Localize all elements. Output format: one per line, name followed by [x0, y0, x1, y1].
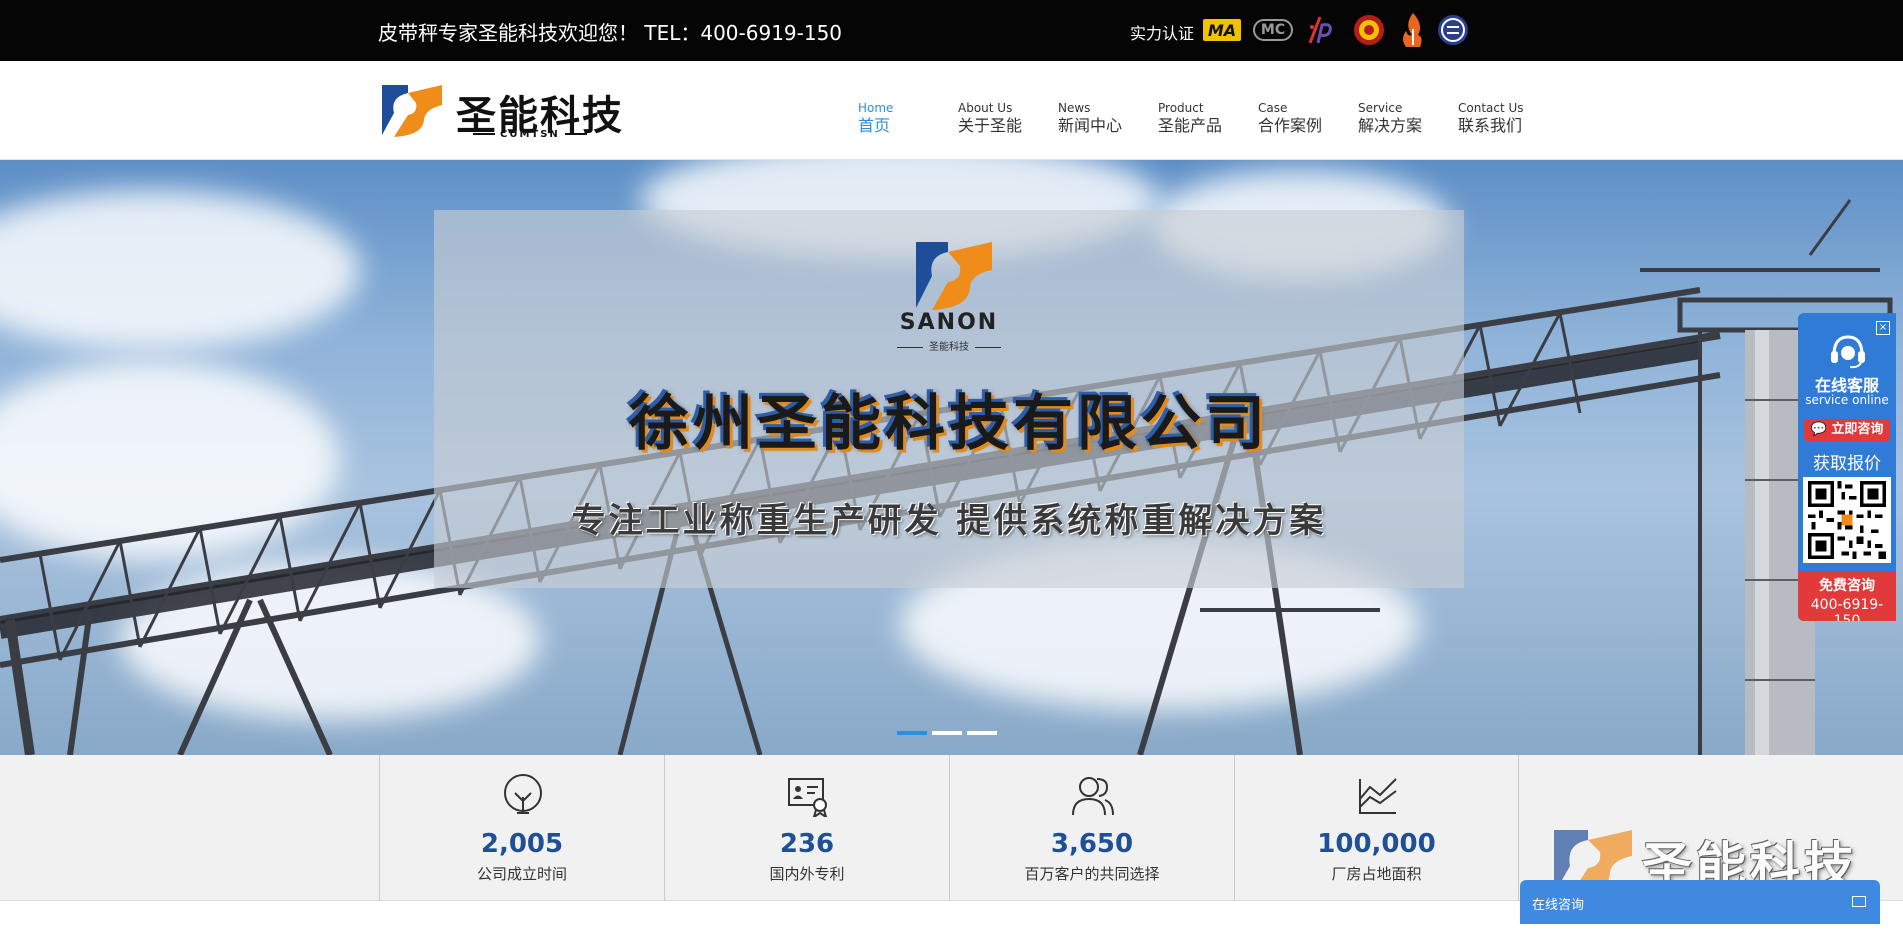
ip-cert-icon	[1304, 10, 1338, 50]
chat-label: 在线咨询	[1532, 898, 1585, 913]
nav-about[interactable]: About Us 关于圣能	[958, 101, 1058, 137]
online-chat-bar[interactable]: 在线咨询	[1520, 880, 1880, 924]
stat-label: 百万客户的共同选择	[1024, 865, 1160, 883]
stat-founded: 2,005 公司成立时间	[379, 755, 664, 901]
stat-label: 公司成立时间	[476, 865, 567, 883]
service-tel: 400-6919-150	[1810, 597, 1884, 621]
stat-value: 100,000	[1317, 829, 1436, 859]
slider-dots	[897, 731, 997, 735]
panel-brand-sub: 圣能科技	[434, 338, 1464, 353]
logo-subtext: CUMTSN	[468, 129, 592, 140]
nav-contact-cn: 联系我们	[1458, 116, 1523, 135]
nav-service[interactable]: Service 解决方案	[1358, 101, 1458, 137]
cert-label: 实力认证	[1130, 24, 1195, 43]
stat-customers: 3,650 百万客户的共同选择	[949, 755, 1234, 901]
nav-service-cn: 解决方案	[1358, 116, 1423, 135]
users-icon	[1072, 777, 1114, 816]
qr-code-image	[1803, 477, 1891, 563]
welcome-text: 皮带秤专家圣能科技欢迎您！ TEL：400-6919-150	[378, 21, 843, 45]
slider-dot-2[interactable]	[932, 731, 962, 735]
hero-slogan: 专注工业称重生产研发 提供系统称重解决方案	[571, 501, 1327, 541]
slider-dot-1[interactable]	[897, 731, 927, 735]
close-icon[interactable]: ×	[1876, 321, 1890, 335]
stat-value: 2,005	[480, 829, 564, 859]
hero-banner[interactable]: SANON 圣能科技 徐州圣能科技有限公司 专注工业称重生产研发 提供系统称重解…	[0, 160, 1903, 755]
hero-title: 徐州圣能科技有限公司	[629, 389, 1269, 459]
maximize-icon[interactable]	[1852, 896, 1866, 907]
panel-brand: SANON	[899, 310, 999, 335]
tree-icon	[504, 774, 542, 814]
online-service-panel: × 在线客服 service online 💬 立即咨询 获取报价 免费咨询 4…	[1798, 313, 1896, 621]
site-logo[interactable]: 圣能科技 CUMTSN	[378, 79, 622, 143]
nav-home[interactable]: Home 首页	[858, 101, 958, 137]
seal-cert-icon	[1436, 10, 1470, 50]
nav-contact[interactable]: Contact Us 联系我们	[1458, 101, 1558, 137]
nav-product-cn: 圣能产品	[1158, 116, 1223, 135]
nav-about-en: About Us	[958, 101, 1013, 115]
nav-service-en: Service	[1358, 101, 1403, 115]
nav-contact-en: Contact Us	[1458, 101, 1524, 115]
consult-now-button[interactable]: 💬 立即咨询	[1804, 419, 1890, 441]
mc-cert-icon: MC	[1253, 19, 1293, 41]
nav-product[interactable]: Product 圣能产品	[1158, 101, 1258, 137]
stat-area: 100,000 厂房占地面积	[1234, 755, 1519, 901]
get-quote-link[interactable]: 获取报价	[1798, 449, 1896, 474]
top-bar: 皮带秤专家圣能科技欢迎您！ TEL：400-6919-150 实力认证 MA M…	[0, 0, 1903, 61]
stat-patents: 236 国内外专利	[664, 755, 949, 901]
service-subtitle: service online	[1805, 393, 1889, 407]
flame-cert-icon	[1398, 10, 1428, 50]
nav-case[interactable]: Case 合作案例	[1258, 101, 1358, 137]
hero-panel: SANON 圣能科技 徐州圣能科技有限公司 专注工业称重生产研发 提供系统称重解…	[434, 210, 1464, 588]
nav-news-en: News	[1058, 101, 1091, 115]
nav-about-cn: 关于圣能	[958, 116, 1023, 135]
ma-cert-icon: MA	[1203, 19, 1241, 41]
nav-news[interactable]: News 新闻中心	[1058, 101, 1158, 137]
slider-dot-3[interactable]	[967, 731, 997, 735]
site-header: 圣能科技 CUMTSN Home 首页 About Us 关于圣能 News 新…	[0, 61, 1903, 160]
nav-home-en: Home	[858, 101, 894, 115]
nav-case-en: Case	[1258, 101, 1288, 115]
nav-case-cn: 合作案例	[1258, 116, 1323, 135]
free-consult-label: 免费咨询	[1819, 578, 1875, 594]
nav-product-en: Product	[1158, 101, 1204, 115]
nav-home-cn: 首页	[858, 116, 891, 135]
area-chart-icon	[1359, 778, 1397, 814]
stat-label: 厂房占地面积	[1331, 865, 1422, 883]
stat-value: 3,650	[1050, 829, 1134, 859]
nav-news-cn: 新闻中心	[1058, 116, 1123, 135]
free-consult-box[interactable]: 免费咨询 400-6919-150	[1798, 571, 1896, 621]
consult-now-label: 立即咨询	[1831, 422, 1884, 437]
chat-bubble-icon: 💬	[1810, 422, 1827, 437]
certificate-icon	[788, 778, 828, 817]
stat-label: 国内外专利	[769, 865, 845, 883]
headset-icon	[1831, 335, 1865, 369]
logo-mark-icon	[382, 85, 442, 137]
stat-value: 236	[779, 829, 835, 859]
main-nav: Home 首页 About Us 关于圣能 News 新闻中心 Product …	[858, 101, 1558, 137]
emblem-cert-icon	[1352, 10, 1386, 50]
